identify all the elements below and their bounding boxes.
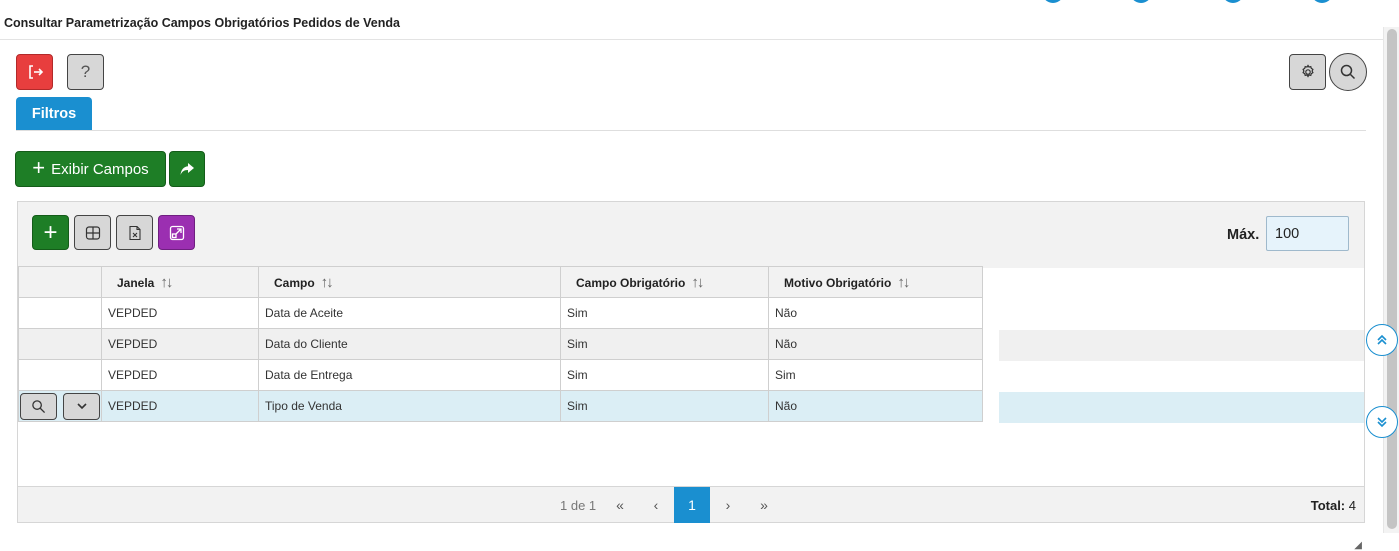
double-chevron-down-icon [1377,417,1387,428]
next-page-button[interactable]: › [710,487,746,523]
sort-icon[interactable]: ↑↓ [691,274,704,291]
table-row-selected[interactable]: VEPDED Tipo de Venda Sim Não [18,390,983,422]
help-icon: ? [80,62,91,81]
add-row-button[interactable]: + [32,215,69,250]
column-header-actions [18,266,102,298]
plus-icon: + [32,155,46,180]
column-header-janela[interactable]: Janela ↑↓ [101,266,259,298]
cell-campo-obrigatorio: Sim [560,359,769,391]
exit-icon [28,65,43,79]
search-button[interactable] [1329,53,1367,91]
exibir-campos-label: Exibir Campos [51,160,149,178]
export-excel-button[interactable] [116,215,153,250]
cell-janela: VEPDED [101,390,259,422]
cell-motivo-obrigatorio: Não [768,297,983,329]
max-label: Máx. [1227,227,1260,243]
max-input[interactable] [1266,216,1349,251]
search-icon [32,399,46,413]
prev-page-button[interactable]: ‹ [638,487,674,523]
divider [0,39,1383,40]
exit-button[interactable] [16,54,53,90]
data-table: Janela ↑↓ Campo ↑↓ Campo Obrigatório ↑↓ Mot… [18,266,983,422]
total-count: Total: 4 [1310,498,1356,513]
gear-icon [1301,64,1314,78]
row-actions-cell [18,390,102,422]
top-decoration [0,0,1399,4]
cell-motivo-obrigatorio: Sim [768,359,983,391]
expand-button[interactable] [158,215,195,250]
cell-janela: VEPDED [101,297,259,329]
first-page-button[interactable]: « [602,487,638,523]
row-menu-button[interactable] [63,392,101,420]
sort-icon[interactable]: ↑↓ [897,274,910,291]
sort-icon[interactable]: ↑↓ [321,274,334,291]
share-button[interactable] [169,151,205,187]
current-page-button[interactable]: 1 [674,487,710,523]
table-row[interactable]: VEPDED Data de Entrega Sim Sim [18,359,983,391]
row-view-button[interactable] [20,392,57,420]
resize-handle-icon[interactable]: ◢ [1354,540,1362,551]
cell-campo-obrigatorio: Sim [560,390,769,422]
table-row[interactable]: VEPDED Data de Aceite Sim Não [18,297,983,329]
grid-panel: + Máx. ◢ Janela↑↓ Campo↑↓ Campo Obrigató… [17,201,1365,551]
scroll-bottom-button[interactable] [1366,406,1398,438]
exibir-campos-button[interactable]: + Exibir Campos [15,151,166,187]
cell-campo: Data de Aceite [258,297,561,329]
row-actions-cell [18,297,102,329]
pagination-bar: 1 de 1 « ‹ 1 › » Total: 4 [18,486,1364,523]
cell-campo: Data do Cliente [258,328,561,360]
tab-filtros[interactable]: Filtros [16,97,92,130]
scroll-top-button[interactable] [1366,324,1398,356]
cell-janela: VEPDED [101,328,259,360]
column-header-campo-obrigatorio[interactable]: Campo Obrigatório ↑↓ [560,266,769,298]
chevron-down-icon [77,403,87,410]
last-page-button[interactable]: » [746,487,782,523]
sort-icon[interactable]: ↑↓ [160,274,173,291]
cell-campo: Tipo de Venda [258,390,561,422]
divider [16,130,1366,131]
cell-motivo-obrigatorio: Não [768,328,983,360]
cell-campo-obrigatorio: Sim [560,297,769,329]
table-header-row: Janela ↑↓ Campo ↑↓ Campo Obrigatório ↑↓ Mot… [18,266,983,298]
row-actions-cell [18,359,102,391]
table-icon [85,225,100,240]
table-row[interactable]: VEPDED Data do Cliente Sim Não [18,328,983,360]
cell-janela: VEPDED [101,359,259,391]
search-icon [1340,64,1356,80]
page-scrollbar[interactable] [1383,27,1399,533]
plus-icon: + [43,218,58,246]
cell-campo: Data de Entrega [258,359,561,391]
column-header-campo[interactable]: Campo ↑↓ [258,266,561,298]
excel-file-icon [128,225,141,240]
row-actions-cell [18,328,102,360]
scrollbar-thumb[interactable] [1387,29,1397,529]
help-button[interactable]: ? [67,54,104,90]
expand-icon [169,225,184,240]
double-chevron-up-icon [1377,334,1387,345]
share-arrow-icon [180,163,194,175]
page-title: Consultar Parametrização Campos Obrigató… [4,16,400,30]
page-info: 1 de 1 [560,498,597,513]
settings-button[interactable] [1289,54,1326,90]
column-header-motivo-obrigatorio[interactable]: Motivo Obrigatório ↑↓ [768,266,983,298]
columns-button[interactable] [74,215,111,250]
cell-motivo-obrigatorio: Não [768,390,983,422]
cell-campo-obrigatorio: Sim [560,328,769,360]
